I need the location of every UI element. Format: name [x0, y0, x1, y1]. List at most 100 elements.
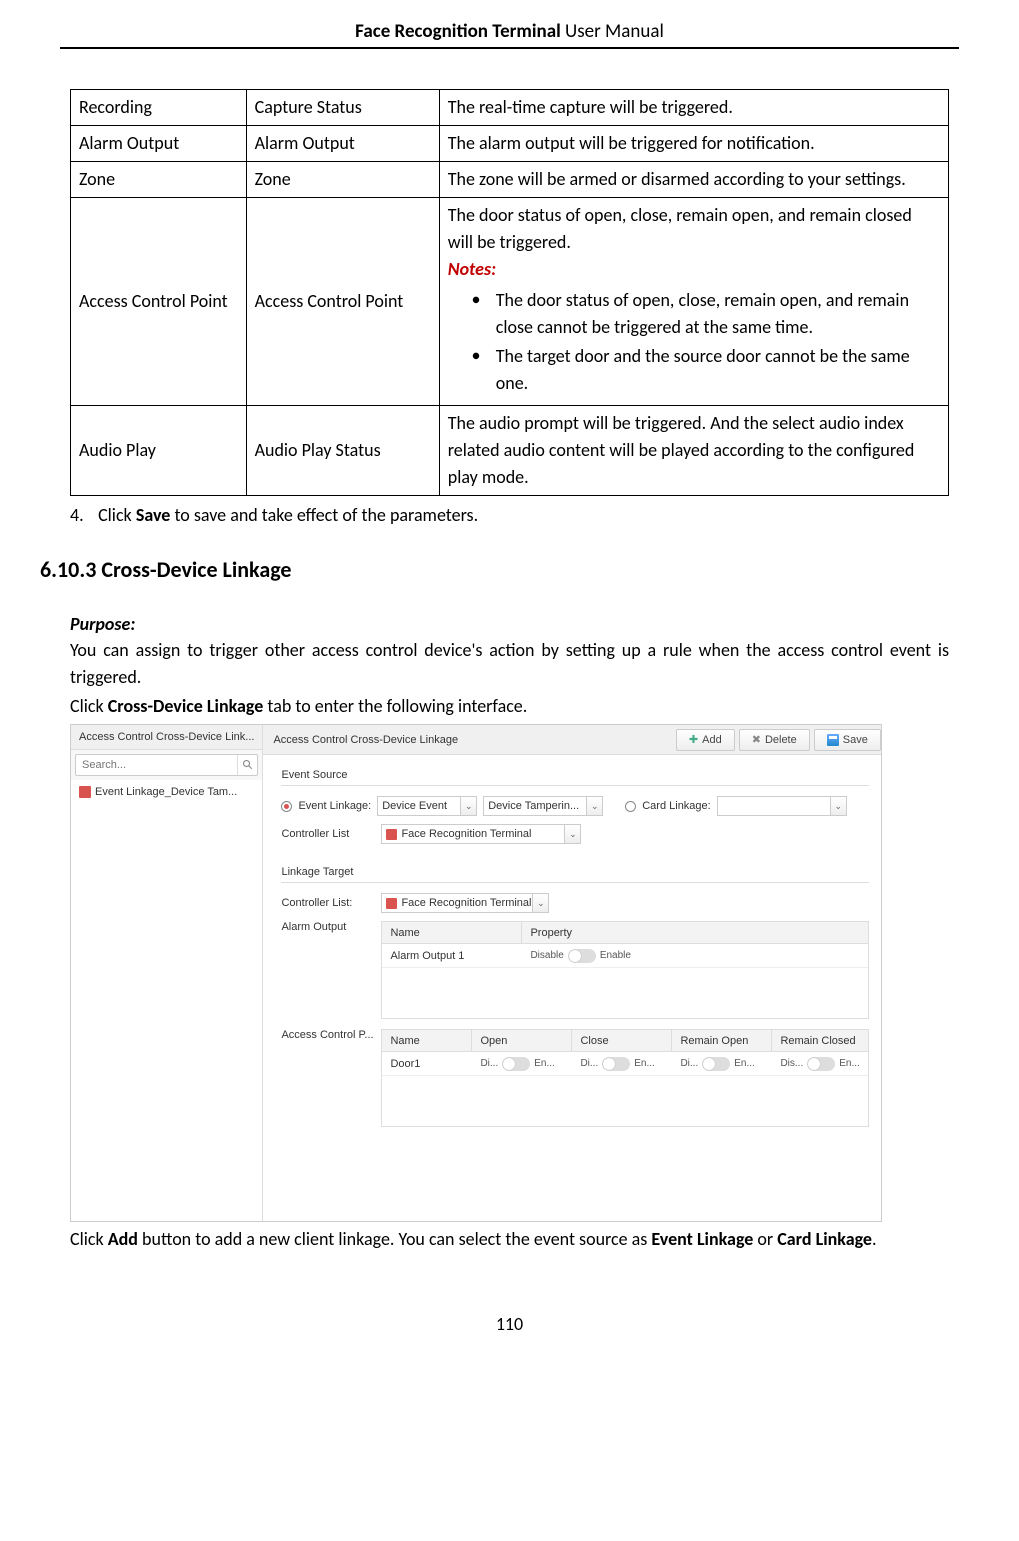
- left-panel: Access Control Cross-Device Link... Even…: [71, 725, 263, 1221]
- alarm-output-table: Name Property Alarm Output 1 Disable: [381, 921, 868, 1019]
- table-row: Alarm Output 1 Disable Enable: [382, 944, 867, 968]
- purpose-label: Purpose:: [70, 613, 949, 635]
- table-header: Remain Open: [672, 1030, 772, 1051]
- search-input[interactable]: [76, 759, 237, 771]
- page-header: Face Recognition Terminal User Manual: [60, 20, 959, 49]
- step-pre: Click: [98, 504, 136, 526]
- tree-item-label: Event Linkage_Device Tam...: [95, 786, 237, 798]
- table-cell: Audio Play Status: [246, 406, 439, 496]
- section-heading: 6.10.3 Cross-Device Linkage: [40, 556, 949, 583]
- chevron-down-icon: ⌄: [586, 797, 602, 815]
- notes-label: Notes:: [448, 256, 940, 283]
- acp-toggle-cell: Di...En...: [472, 1057, 572, 1071]
- table-cell: Access Control Point: [246, 198, 439, 406]
- page-number: 110: [60, 1313, 959, 1335]
- table-cell: Capture Status: [246, 90, 439, 126]
- table-header: Name: [382, 1030, 472, 1051]
- table-cell: Zone: [246, 162, 439, 198]
- alarm-output-label: Alarm Output: [281, 921, 375, 933]
- linkage-target-legend: Linkage Target: [281, 864, 868, 880]
- alarm-name: Alarm Output 1: [382, 950, 522, 962]
- search-box[interactable]: [75, 754, 258, 776]
- card-linkage-radio[interactable]: [625, 801, 636, 812]
- save-button[interactable]: Save: [814, 729, 881, 751]
- table-cell: The door status of open, close, remain o…: [439, 198, 948, 406]
- toggle[interactable]: [502, 1057, 530, 1071]
- acp-label: Access Control P...: [281, 1029, 375, 1041]
- delete-button[interactable]: Delete: [739, 729, 810, 751]
- after-screenshot-text: Click Add button to add a new client lin…: [70, 1226, 949, 1253]
- x-icon: [752, 733, 761, 746]
- save-icon: [827, 734, 839, 746]
- event-type-select[interactable]: Device Event⌄: [377, 796, 477, 816]
- header-title-rest: User Manual: [561, 20, 664, 43]
- toggle[interactable]: [602, 1057, 630, 1071]
- table-cell: Audio Play: [71, 406, 247, 496]
- embedded-screenshot: Access Control Cross-Device Link... Even…: [70, 724, 882, 1222]
- step-post: to save and take effect of the parameter…: [170, 504, 478, 526]
- table-cell: Alarm Output: [71, 126, 247, 162]
- card-linkage-select[interactable]: ⌄: [717, 796, 847, 816]
- lt-controller-select[interactable]: Face Recognition Terminal⌄: [381, 893, 549, 913]
- step-4: 4. Click Save to save and take effect of…: [40, 504, 949, 526]
- step-bold: Save: [136, 504, 171, 526]
- acp-toggle-cell: Di...En...: [672, 1057, 772, 1071]
- table-row: RecordingCapture StatusThe real-time cap…: [71, 90, 949, 126]
- header-title-bold: Face Recognition Terminal: [355, 20, 561, 43]
- acp-toggle-cell: Dis...En...: [772, 1057, 867, 1071]
- chevron-down-icon: ⌄: [532, 894, 548, 912]
- table-cell: The audio prompt will be triggered. And …: [439, 406, 948, 496]
- toggle[interactable]: [702, 1057, 730, 1071]
- right-panel: Access Control Cross-Device Linkage Add …: [263, 725, 882, 1221]
- toggle[interactable]: [807, 1057, 835, 1071]
- table-header: Close: [572, 1030, 672, 1051]
- purpose-text: You can assign to trigger other access c…: [70, 637, 949, 691]
- acp-door-name: Door1: [382, 1058, 472, 1070]
- plus-icon: [689, 733, 698, 746]
- table-row: ZoneZoneThe zone will be armed or disarm…: [71, 162, 949, 198]
- table-cell: The real-time capture will be triggered.: [439, 90, 948, 126]
- table-row: Alarm OutputAlarm OutputThe alarm output…: [71, 126, 949, 162]
- acp-table: NameOpenCloseRemain OpenRemain Closed Do…: [381, 1029, 868, 1127]
- table-row: Audio PlayAudio Play StatusThe audio pro…: [71, 406, 949, 496]
- tree-item[interactable]: Event Linkage_Device Tam...: [75, 784, 258, 800]
- toolbar-title: Access Control Cross-Device Linkage: [269, 734, 671, 746]
- table-cell: Alarm Output: [246, 126, 439, 162]
- controller-list-label: Controller List: [281, 828, 375, 840]
- toolbar: Access Control Cross-Device Linkage Add …: [263, 725, 882, 755]
- table-cell: Recording: [71, 90, 247, 126]
- table-cell: The alarm output will be triggered for n…: [439, 126, 948, 162]
- event-source-legend: Event Source: [281, 767, 868, 783]
- table-header: Name: [382, 922, 522, 943]
- device-icon: [386, 829, 397, 840]
- bullet-item: The door status of open, close, remain o…: [472, 287, 940, 341]
- click-tab-text: Click Cross-Device Linkage tab to enter …: [70, 693, 949, 720]
- table-row: Access Control PointAccess Control Point…: [71, 198, 949, 406]
- chevron-down-icon: ⌄: [460, 797, 476, 815]
- device-icon: [79, 786, 91, 798]
- bullet-item: The target door and the source door cann…: [472, 343, 940, 397]
- chevron-down-icon: ⌄: [830, 797, 846, 815]
- controller-select[interactable]: Face Recognition Terminal⌄: [381, 824, 581, 844]
- card-linkage-label: Card Linkage:: [642, 800, 711, 812]
- table-header: Property: [522, 922, 867, 943]
- step-number: 4.: [70, 504, 94, 526]
- linkage-tree: Event Linkage_Device Tam...: [71, 780, 262, 1221]
- table-header: Remain Closed: [772, 1030, 867, 1051]
- left-panel-title: Access Control Cross-Device Link...: [71, 725, 262, 750]
- add-button[interactable]: Add: [676, 729, 735, 751]
- device-icon: [386, 898, 397, 909]
- table-header: Open: [472, 1030, 572, 1051]
- linkage-table: RecordingCapture StatusThe real-time cap…: [70, 89, 949, 496]
- event-detail-select[interactable]: Device Tamperin...⌄: [483, 796, 603, 816]
- acp-toggle-cell: Di...En...: [572, 1057, 672, 1071]
- event-linkage-radio[interactable]: [281, 801, 292, 812]
- table-cell: Zone: [71, 162, 247, 198]
- lt-controller-label: Controller List:: [281, 897, 375, 909]
- search-icon[interactable]: [237, 755, 257, 775]
- event-linkage-label: Event Linkage:: [298, 800, 371, 812]
- table-cell: Access Control Point: [71, 198, 247, 406]
- table-cell: The zone will be armed or disarmed accor…: [439, 162, 948, 198]
- toggle[interactable]: [568, 949, 596, 963]
- table-row: Door1Di...En...Di...En...Di...En...Dis..…: [382, 1052, 867, 1076]
